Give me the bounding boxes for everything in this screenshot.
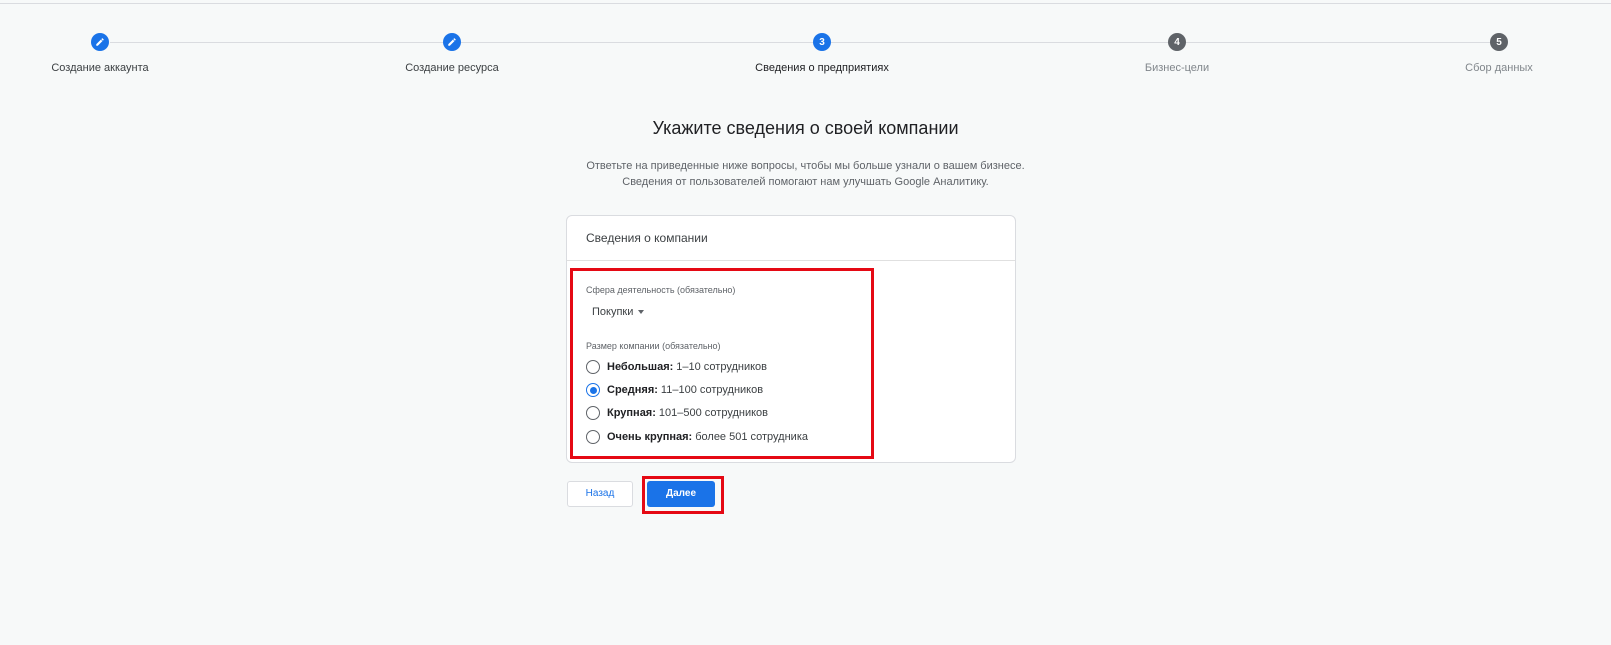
industry-dropdown[interactable]: Покупки (592, 306, 645, 318)
radio-button-extra-large[interactable] (586, 430, 600, 444)
page-description: Ответьте на приведенные ниже вопросы, чт… (0, 158, 1611, 190)
company-details-card: Сведения о компании Сфера деятельность (… (566, 215, 1016, 463)
radio-button-medium[interactable] (586, 383, 600, 397)
back-button[interactable]: Назад (567, 481, 633, 507)
step-circle-5: 5 (1490, 33, 1508, 51)
step-business-details[interactable]: 3 Сведения о предприятиях (722, 33, 922, 74)
step-create-account[interactable]: Создание аккаунта (0, 33, 200, 74)
page-description-line-1: Ответьте на приведенные ниже вопросы, чт… (586, 160, 1025, 172)
pencil-icon (448, 38, 456, 46)
progress-stepper: Создание аккаунта Создание ресурса 3 Све… (0, 0, 1611, 90)
page-title: Укажите сведения о своей компании (652, 118, 959, 138)
page-description-line-2: Сведения от пользователей помогают нам у… (622, 176, 989, 188)
step-circle-1 (91, 33, 109, 51)
step-create-property[interactable]: Создание ресурса (352, 33, 552, 74)
size-option-medium-name: Средняя: (607, 384, 658, 396)
caret-down-icon (638, 310, 645, 314)
radio-button-large[interactable] (586, 406, 600, 420)
step-label-2: Создание ресурса (405, 62, 499, 74)
card-header: Сведения о компании (567, 216, 1015, 261)
step-label-4: Бизнес-цели (1144, 62, 1210, 74)
step-circle-2 (443, 33, 461, 51)
industry-dropdown-value: Покупки (592, 306, 634, 318)
size-option-extra-large-name: Очень крупная: (607, 431, 693, 443)
size-option-medium-detail: 11–100 сотрудников (660, 384, 764, 396)
size-option-medium[interactable]: Средняя: 11–100 сотрудников (586, 383, 763, 397)
next-button[interactable]: Далее (647, 481, 715, 507)
step-label-1: Создание аккаунта (51, 62, 149, 74)
step-data-collection[interactable]: 5 Сбор данных (1399, 33, 1599, 74)
size-option-large-name: Крупная: (607, 407, 656, 419)
size-option-small[interactable]: Небольшая: 1–10 сотрудников (586, 360, 767, 374)
size-option-small-name: Небольшая: (607, 361, 674, 373)
size-option-extra-large-detail: более 501 сотрудника (695, 431, 808, 443)
industry-label: Сфера деятельность (обязательно) (586, 285, 736, 295)
size-option-small-detail: 1–10 сотрудников (676, 361, 768, 373)
step-business-goals[interactable]: 4 Бизнес-цели (1077, 33, 1277, 74)
pencil-icon (96, 38, 104, 46)
step-circle-4: 4 (1168, 33, 1186, 51)
step-label-3: Сведения о предприятиях (755, 62, 889, 74)
company-size-label: Размер компании (обязательно) (586, 341, 721, 351)
radio-button-small[interactable] (586, 360, 600, 374)
size-option-large-detail: 101–500 сотрудников (658, 407, 768, 419)
step-circle-3: 3 (813, 33, 831, 51)
size-option-large[interactable]: Крупная: 101–500 сотрудников (586, 406, 768, 420)
step-label-5: Сбор данных (1465, 62, 1533, 74)
size-option-extra-large[interactable]: Очень крупная: более 501 сотрудника (586, 430, 808, 444)
